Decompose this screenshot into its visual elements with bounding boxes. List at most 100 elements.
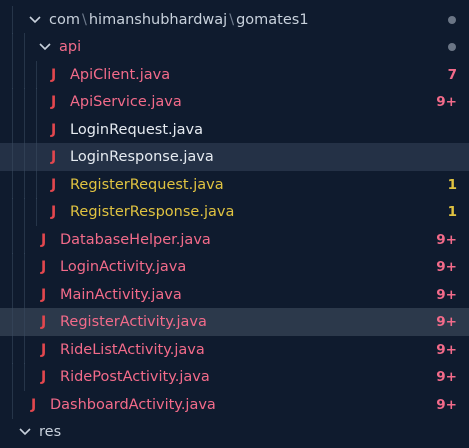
problem-count-badge: 9+ (436, 369, 457, 385)
file-name: DashboardActivity.java (50, 397, 216, 413)
indent-guide (12, 61, 13, 89)
path-separator: \ (81, 12, 87, 28)
path-segment-gomates1: gomates1 (236, 12, 309, 28)
file-name: RegisterResponse.java (70, 204, 235, 220)
file-row-registerresponse[interactable]: J RegisterResponse.java 1 (0, 198, 469, 226)
folder-label-package-path: com \ himanshubhardwaj \ gomates1 (49, 6, 309, 34)
folder-row-res[interactable]: res (0, 418, 469, 446)
file-name: RideListActivity.java (60, 342, 205, 358)
java-file-icon: J (51, 149, 57, 165)
java-file-icon: J (41, 232, 47, 248)
path-separator: \ (229, 12, 235, 28)
folder-label-res: res (39, 424, 62, 440)
indent-guide (12, 116, 13, 144)
file-row-loginresponse[interactable]: J LoginResponse.java (0, 143, 469, 171)
problem-count-badge: 7 (447, 67, 457, 83)
indent-guide (12, 363, 13, 391)
indent-guide (24, 363, 25, 391)
indent-guide (24, 143, 25, 171)
indent-guide (12, 88, 13, 116)
problem-count-badge: 9+ (436, 287, 457, 303)
indent-guide (12, 253, 13, 281)
indent-guide (36, 61, 37, 89)
indent-guide (12, 281, 13, 309)
java-file-icon: J (51, 94, 57, 110)
indent-guide (36, 116, 37, 144)
path-segment-com: com (49, 12, 80, 28)
file-row-ridelistactivity[interactable]: J RideListActivity.java 9+ (0, 336, 469, 364)
indent-guide (24, 61, 25, 89)
chevron-down-icon[interactable] (28, 6, 42, 34)
indent-guide (24, 281, 25, 309)
problem-count-badge: 9+ (436, 259, 457, 275)
file-name: ApiClient.java (70, 67, 171, 83)
indent-guide (24, 198, 25, 226)
file-name: LoginRequest.java (70, 122, 204, 138)
problem-count-badge: 1 (447, 177, 457, 193)
path-segment-himanshubhardwaj: himanshubhardwaj (88, 12, 228, 28)
file-name: LoginResponse.java (70, 149, 214, 165)
file-name: RegisterRequest.java (70, 177, 224, 193)
indent-guide (12, 308, 13, 336)
indent-guide (36, 88, 37, 116)
indent-guide (12, 171, 13, 199)
java-file-icon: J (51, 122, 57, 138)
file-row-loginactivity[interactable]: J LoginActivity.java 9+ (0, 253, 469, 281)
java-file-icon: J (41, 287, 47, 303)
indent-guide (24, 88, 25, 116)
indent-guide (12, 6, 13, 34)
folder-label-api: api (59, 39, 82, 55)
file-row-apiclient[interactable]: J ApiClient.java 7 (0, 61, 469, 89)
file-row-ridepostactivity[interactable]: J RidePostActivity.java 9+ (0, 363, 469, 391)
problem-count-badge: 9+ (436, 94, 457, 110)
file-name: RidePostActivity.java (60, 369, 210, 385)
file-name: MainActivity.java (60, 287, 182, 303)
indent-guide (24, 336, 25, 364)
indent-guide (12, 336, 13, 364)
problem-count-badge: 9+ (436, 232, 457, 248)
file-row-registerrequest[interactable]: J RegisterRequest.java 1 (0, 171, 469, 199)
indent-guide (12, 391, 13, 419)
indent-guide (12, 198, 13, 226)
folder-row-package-path[interactable]: com \ himanshubhardwaj \ gomates1 (0, 6, 469, 34)
indent-guide (24, 116, 25, 144)
java-file-icon: J (51, 67, 57, 83)
problem-count-badge: 9+ (436, 314, 457, 330)
indent-guide (36, 171, 37, 199)
file-name: RegisterActivity.java (60, 314, 207, 330)
file-row-dashboardactivity[interactable]: J DashboardActivity.java 9+ (0, 391, 469, 419)
file-row-loginrequest[interactable]: J LoginRequest.java (0, 116, 469, 144)
java-file-icon: J (41, 342, 47, 358)
indent-guide (12, 33, 13, 61)
chevron-down-icon[interactable] (38, 33, 52, 61)
indent-guide (12, 143, 13, 171)
file-row-mainactivity[interactable]: J MainActivity.java 9+ (0, 281, 469, 309)
file-row-registeractivity[interactable]: J RegisterActivity.java 9+ (0, 308, 469, 336)
java-file-icon: J (51, 204, 57, 220)
indent-guide (12, 226, 13, 254)
java-file-icon: J (51, 177, 57, 193)
chevron-down-icon[interactable] (18, 418, 32, 446)
java-file-icon: J (41, 259, 47, 275)
problem-count-badge: 1 (447, 204, 457, 220)
indent-guide (24, 253, 25, 281)
file-name: LoginActivity.java (60, 259, 187, 275)
indent-guide (24, 33, 25, 61)
folder-row-api[interactable]: api (0, 33, 469, 61)
java-file-icon: J (31, 397, 37, 413)
indent-guide (24, 226, 25, 254)
file-name: ApiService.java (70, 94, 182, 110)
java-file-icon: J (41, 314, 47, 330)
problem-count-badge: 9+ (436, 397, 457, 413)
indent-guide (24, 171, 25, 199)
indent-guide (24, 308, 25, 336)
problem-count-badge: 9+ (436, 342, 457, 358)
file-name: DatabaseHelper.java (60, 232, 211, 248)
modified-dot-icon (448, 43, 456, 51)
indent-guide (36, 143, 37, 171)
file-row-apiservice[interactable]: J ApiService.java 9+ (0, 88, 469, 116)
java-file-icon: J (41, 369, 47, 385)
modified-dot-icon (448, 16, 456, 24)
file-explorer-tree: com \ himanshubhardwaj \ gomates1 api J ApiC… (0, 0, 469, 448)
file-row-databasehelper[interactable]: J DatabaseHelper.java 9+ (0, 226, 469, 254)
